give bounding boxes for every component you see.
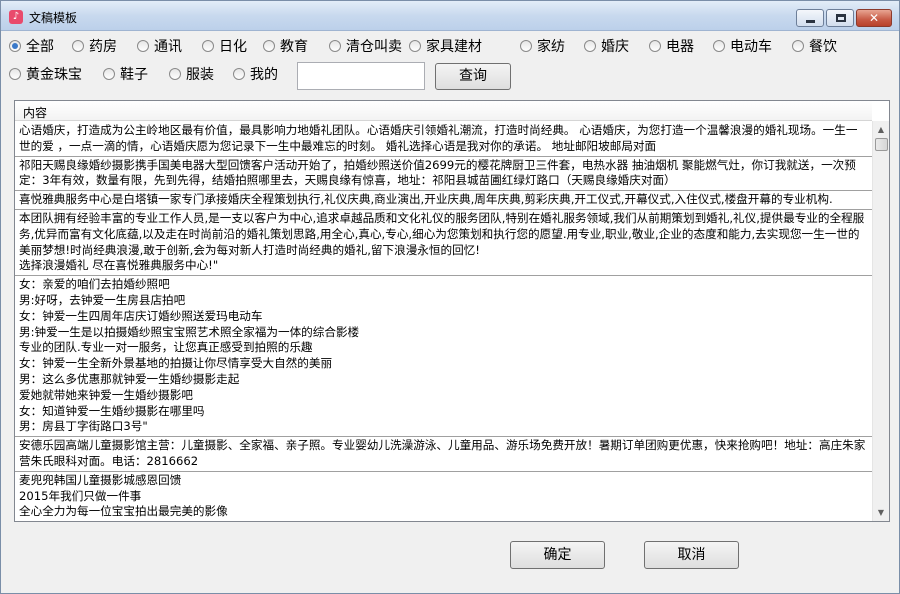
- radio-row1-10[interactable]: 电动车: [713, 37, 772, 55]
- radio-label: 家具建材: [426, 39, 482, 55]
- radio-button-icon[interactable]: [792, 40, 804, 52]
- radio-label: 鞋子: [120, 67, 148, 83]
- radio-button-icon[interactable]: [103, 68, 115, 80]
- radio-label: 餐饮: [809, 39, 837, 55]
- radio-row1-7[interactable]: 家纺: [520, 37, 565, 55]
- list-item[interactable]: 麦兜兜韩国儿童摄影城感恩回馈 2015年我们只做一件事 全心全力为每一位宝宝拍出…: [15, 472, 873, 521]
- radio-label: 家纺: [537, 39, 565, 55]
- radio-row1-2[interactable]: 通讯: [137, 37, 182, 55]
- main-window: ♪ 文稿模板 ✕ 全部 药房 通讯 日化 教育 清仓叫卖 家具建材 家纺 婚庆 电器 电动车 餐饮 黄…: [0, 0, 900, 594]
- radio-label: 电动车: [730, 39, 772, 55]
- radio-button-icon[interactable]: [520, 40, 532, 52]
- radio-row1-4[interactable]: 教育: [263, 37, 308, 55]
- column-header-content[interactable]: 内容: [15, 101, 872, 121]
- radio-row2-3[interactable]: 我的: [233, 65, 278, 83]
- radio-button-icon[interactable]: [713, 40, 725, 52]
- radio-row1-9[interactable]: 电器: [649, 37, 694, 55]
- search-button[interactable]: 查询: [435, 63, 511, 90]
- vertical-scrollbar[interactable]: ▲ ▼: [872, 121, 889, 521]
- radio-label: 通讯: [154, 39, 182, 55]
- radio-row2-1[interactable]: 鞋子: [103, 65, 148, 83]
- radio-row1-3[interactable]: 日化: [202, 37, 247, 55]
- ok-button[interactable]: 确定: [510, 541, 605, 569]
- radio-label: 药房: [89, 39, 117, 55]
- title-bar[interactable]: ♪ 文稿模板 ✕: [1, 1, 899, 31]
- list-body: 心语婚庆，打造成为公主岭地区最有价值，最具影响力地婚礼团队。心语婚庆引领婚礼潮流…: [15, 122, 873, 521]
- close-icon: ✕: [868, 11, 880, 25]
- list-item[interactable]: 女：亲爱的咱们去拍婚纱照吧 男:好呀，去钟爱一生房县店拍吧 女：钟爱一生四周年店…: [15, 276, 873, 438]
- radio-label: 服装: [186, 67, 214, 83]
- scroll-down-arrow-icon[interactable]: ▼: [873, 504, 889, 521]
- maximize-button[interactable]: [826, 9, 854, 27]
- cancel-button[interactable]: 取消: [644, 541, 739, 569]
- radio-button-icon[interactable]: [409, 40, 421, 52]
- radio-button-icon[interactable]: [649, 40, 661, 52]
- radio-label: 清仓叫卖: [346, 39, 402, 55]
- list-item[interactable]: 本团队拥有经验丰富的专业工作人员,是一支以客户为中心,追求卓越品质和文化礼仪的服…: [15, 210, 873, 277]
- music-note-icon: ♪: [9, 10, 23, 24]
- radio-button-icon[interactable]: [72, 40, 84, 52]
- radio-button-icon[interactable]: [202, 40, 214, 52]
- minimize-button[interactable]: [796, 9, 824, 27]
- list-item[interactable]: 祁阳天赐良缘婚纱摄影携手国美电器大型回馈客户活动开始了，拍婚纱照送价值2699元…: [15, 157, 873, 192]
- radio-button-icon[interactable]: [137, 40, 149, 52]
- window-title: 文稿模板: [29, 11, 78, 25]
- scroll-up-arrow-icon[interactable]: ▲: [873, 121, 889, 138]
- radio-row1-6[interactable]: 家具建材: [409, 37, 482, 55]
- radio-button-icon[interactable]: [9, 40, 21, 52]
- radio-row1-8[interactable]: 婚庆: [584, 37, 629, 55]
- radio-label: 日化: [219, 39, 247, 55]
- radio-button-icon[interactable]: [329, 40, 341, 52]
- radio-row1-5[interactable]: 清仓叫卖: [329, 37, 402, 55]
- close-button[interactable]: ✕: [856, 9, 892, 27]
- radio-row1-0[interactable]: 全部: [9, 37, 54, 55]
- radio-row1-11[interactable]: 餐饮: [792, 37, 837, 55]
- radio-label: 电器: [666, 39, 694, 55]
- search-input[interactable]: [297, 62, 425, 90]
- radio-button-icon[interactable]: [263, 40, 275, 52]
- radio-button-icon[interactable]: [584, 40, 596, 52]
- radio-label: 教育: [280, 39, 308, 55]
- column-header-label: 内容: [23, 106, 48, 120]
- minimize-icon: [806, 20, 815, 23]
- radio-label: 我的: [250, 67, 278, 83]
- maximize-icon: [836, 14, 846, 22]
- content-list[interactable]: 内容 心语婚庆，打造成为公主岭地区最有价值，最具影响力地婚礼团队。心语婚庆引领婚…: [14, 100, 890, 522]
- radio-button-icon[interactable]: [169, 68, 181, 80]
- radio-button-icon[interactable]: [9, 68, 21, 80]
- list-item[interactable]: 喜悦雅典服务中心是白塔镇一家专门承接婚庆全程策划执行,礼仪庆典,商业演出,开业庆…: [15, 191, 873, 210]
- radio-row2-0[interactable]: 黄金珠宝: [9, 65, 82, 83]
- list-item[interactable]: 安德乐园高端儿童摄影馆主营：儿童摄影、全家福、亲子照。专业婴幼儿洗澡游泳、儿童用…: [15, 437, 873, 472]
- list-item[interactable]: 心语婚庆，打造成为公主岭地区最有价值，最具影响力地婚礼团队。心语婚庆引领婚礼潮流…: [15, 122, 873, 157]
- radio-button-icon[interactable]: [233, 68, 245, 80]
- radio-label: 婚庆: [601, 39, 629, 55]
- radio-row1-1[interactable]: 药房: [72, 37, 117, 55]
- radio-label: 全部: [26, 39, 54, 55]
- radio-row2-2[interactable]: 服装: [169, 65, 214, 83]
- radio-label: 黄金珠宝: [26, 67, 82, 83]
- scrollbar-thumb[interactable]: [875, 138, 888, 151]
